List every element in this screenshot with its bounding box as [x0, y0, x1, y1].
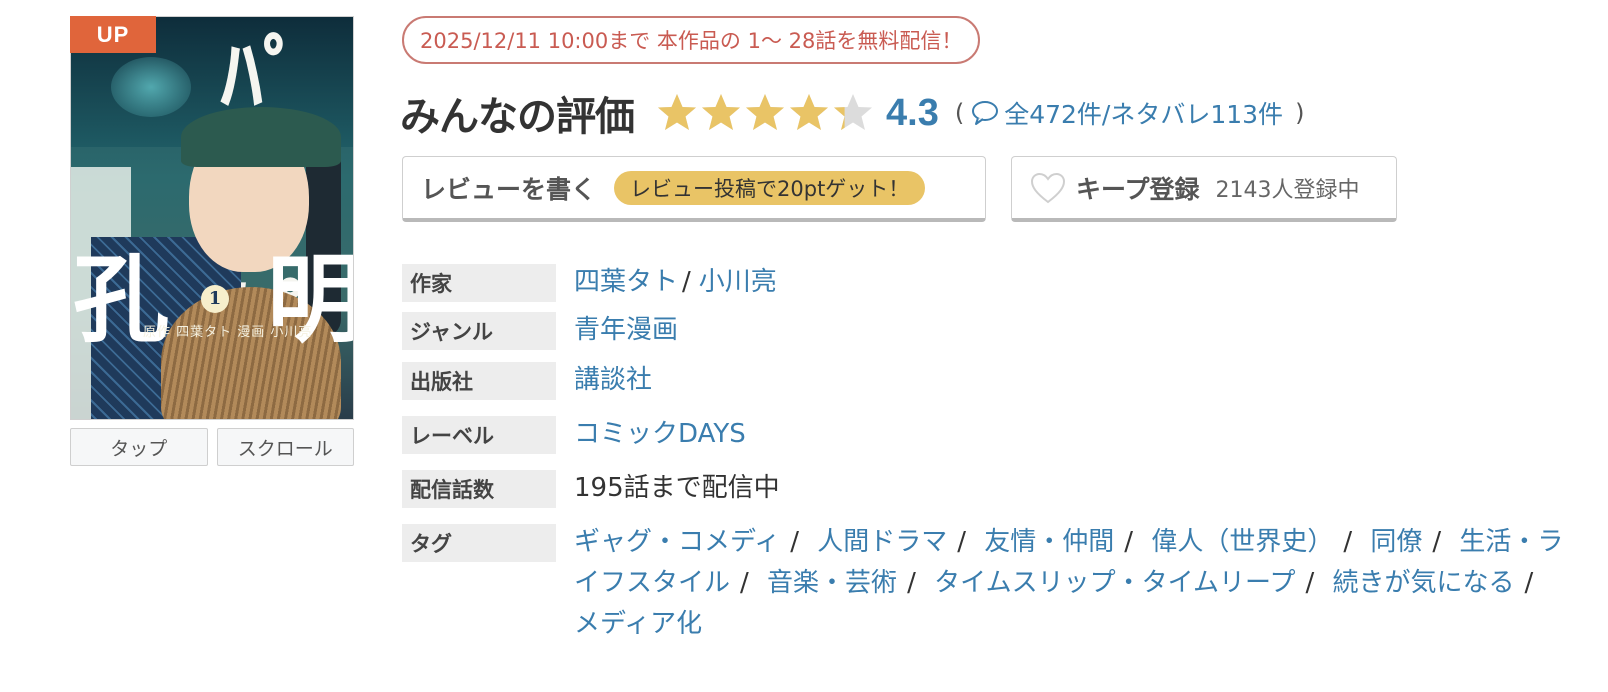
view-mode-buttons: タップ スクロール: [70, 428, 354, 466]
imprint-link[interactable]: コミックDAYS: [574, 414, 746, 454]
close-paren: ): [1295, 99, 1305, 127]
genre-link[interactable]: 青年漫画: [574, 310, 678, 350]
keep-button[interactable]: キープ登録 2143人登録中: [1011, 156, 1397, 222]
separator: /: [740, 568, 749, 598]
review-points-pill: レビュー投稿で20ptゲット！: [614, 170, 926, 205]
tags-row: タグ ギャグ・コメディ / 人間ドラマ / 友情・仲間 / 偉人（世界史） / 同僚 / …: [402, 522, 1602, 645]
cover-kanji-right: 明: [267, 243, 354, 356]
comment-icon: [972, 101, 999, 125]
separator: /: [790, 527, 799, 557]
star-icon: [702, 94, 740, 130]
rating-value: 4.3: [886, 91, 939, 134]
cover-volume-number: 1: [201, 285, 229, 313]
write-review-label: レビューを書く: [421, 174, 597, 204]
publisher-label: 出版社: [402, 362, 556, 400]
author-label: 作家: [402, 264, 556, 302]
author-link[interactable]: 四葉タト: [574, 267, 678, 297]
tag-link[interactable]: 音楽・芸術: [767, 568, 897, 598]
separator: /: [1524, 568, 1534, 598]
info-table: 作家 四葉タト / 小川亮 ジャンル 青年漫画 出版社 講談社 レーベル コミックD…: [402, 262, 1602, 645]
tag-link[interactable]: 友情・仲間: [984, 527, 1114, 557]
open-paren: (: [954, 99, 965, 127]
separator: /: [682, 267, 691, 297]
separator: /: [1305, 568, 1315, 598]
tag-link[interactable]: ギャグ・コメディ: [574, 527, 780, 557]
cover-credit: 原作 四葉タト 漫画 小川亮: [143, 325, 313, 340]
review-count-link[interactable]: 全472件/ネタバレ113件: [1004, 95, 1283, 131]
tag-link[interactable]: メディア化: [574, 609, 702, 639]
rating-stars: [656, 92, 874, 134]
imprint-label: レーベル: [402, 416, 556, 454]
rating-row: みんなの評価 4.3 ( 全472件/ネタバレ113件 ): [400, 86, 1305, 141]
author-values: 四葉タト / 小川亮: [574, 262, 777, 302]
cover-glow: [111, 57, 191, 117]
star-icon: [658, 94, 696, 130]
tags-label: タグ: [402, 524, 556, 562]
separator: /: [1343, 527, 1353, 557]
free-episodes-promo: 2025/12/11 10:00まで 本作品の 1～ 28話を無料配信！: [402, 16, 981, 64]
write-review-button[interactable]: レビューを書く レビュー投稿で20ptゲット！: [402, 156, 986, 222]
star-icon: [834, 94, 872, 130]
author-link[interactable]: 小川亮: [699, 267, 777, 297]
scroll-view-button[interactable]: スクロール: [216, 428, 354, 466]
cover-hat: [181, 107, 341, 167]
separator: /: [957, 527, 966, 557]
tag-link[interactable]: 人間ドラマ: [817, 527, 947, 557]
comic-cover-image[interactable]: ﾊﾟリピ 孔 明 1 原作 四葉タト 漫画 小川亮: [70, 16, 354, 420]
genre-label: ジャンル: [402, 312, 556, 350]
genre-row: ジャンル 青年漫画: [402, 310, 1602, 360]
star-icon: [790, 94, 828, 130]
episodes-row: 配信話数 195話まで配信中: [402, 468, 1602, 522]
publisher-link[interactable]: 講談社: [574, 360, 652, 400]
author-row: 作家 四葉タト / 小川亮: [402, 262, 1602, 310]
heart-icon: [1030, 172, 1066, 203]
episodes-label: 配信話数: [402, 470, 556, 508]
episodes-value: 195話まで配信中: [574, 473, 780, 503]
imprint-row: レーベル コミックDAYS: [402, 414, 1602, 468]
rating-title: みんなの評価: [400, 94, 635, 140]
star-icon: [746, 94, 784, 130]
keep-label: キープ登録: [1076, 174, 1200, 204]
tag-list: ギャグ・コメディ / 人間ドラマ / 友情・仲間 / 偉人（世界史） / 同僚 / 生活・…: [574, 522, 1574, 645]
separator: /: [1432, 527, 1442, 557]
cover-kanji-left: 孔: [73, 243, 169, 356]
tag-link[interactable]: 偉人（世界史）: [1151, 527, 1333, 557]
tag-link[interactable]: タイムスリップ・タイムリープ: [934, 568, 1295, 598]
keep-count: 2143人登録中: [1215, 177, 1360, 203]
up-badge: UP: [70, 16, 156, 53]
tap-view-button[interactable]: タップ: [70, 428, 208, 466]
separator: /: [1124, 527, 1134, 557]
tag-link[interactable]: 続きが気になる: [1333, 568, 1515, 598]
publisher-row: 出版社 講談社: [402, 360, 1602, 414]
tag-link[interactable]: 同僚: [1370, 527, 1422, 557]
separator: /: [907, 568, 916, 598]
